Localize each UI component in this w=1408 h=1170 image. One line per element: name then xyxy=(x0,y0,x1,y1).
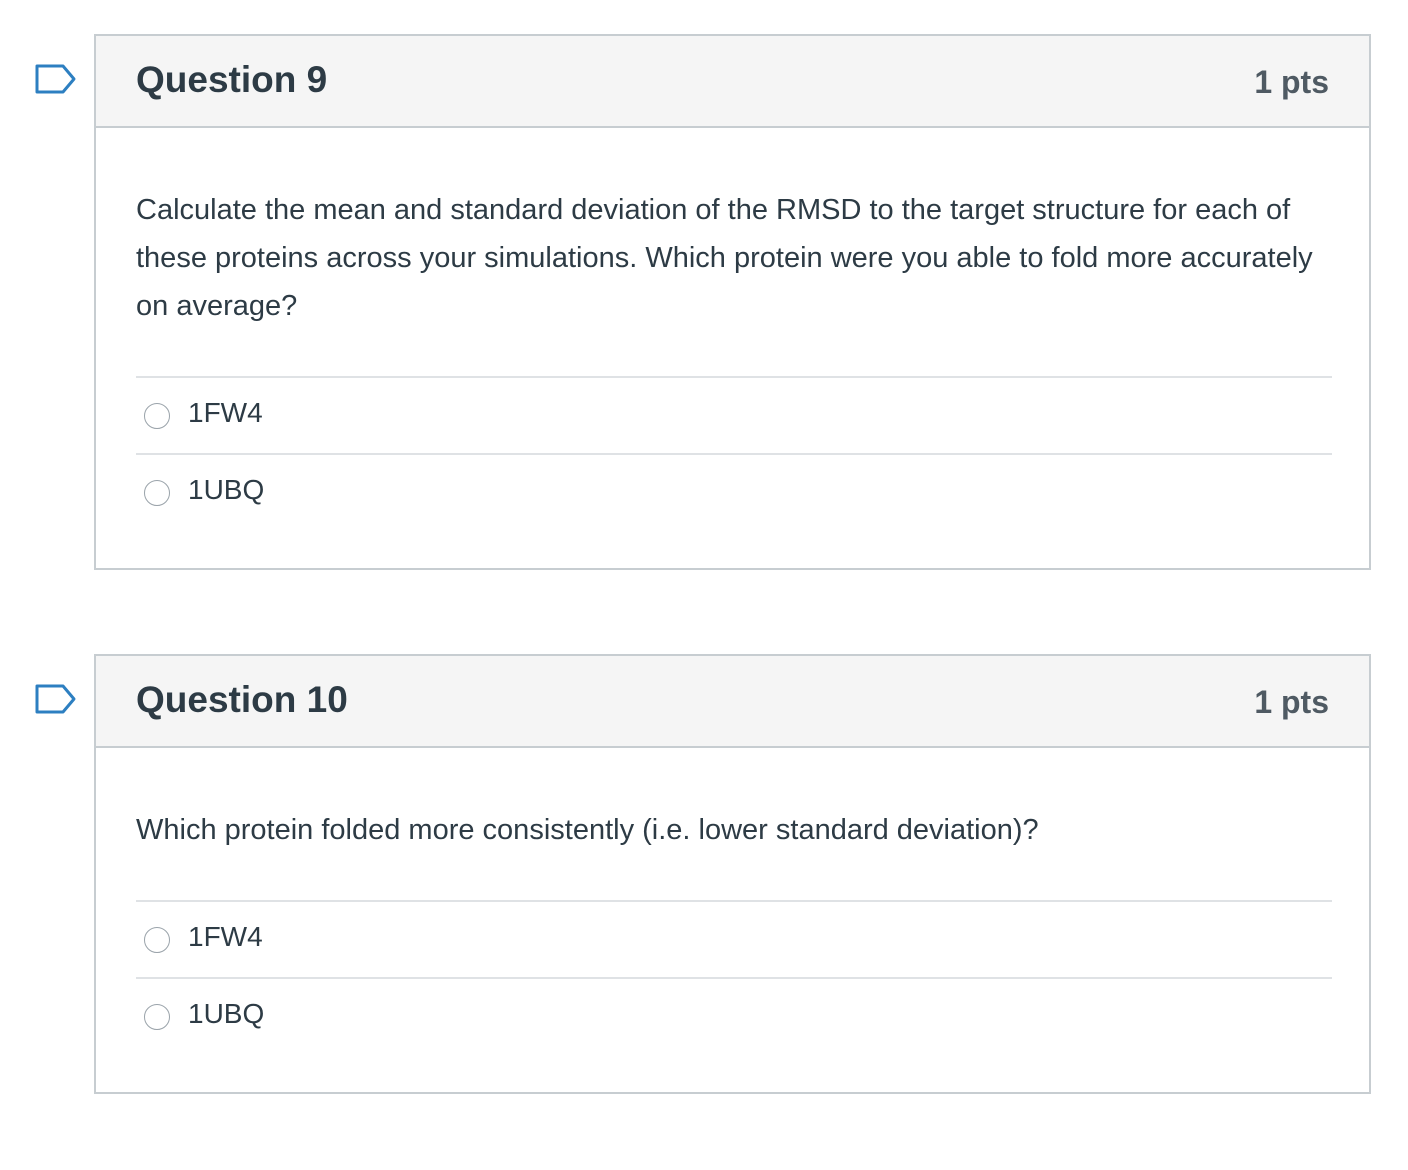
answer-option[interactable]: 1FW4 xyxy=(136,376,1332,453)
question-card: Question 10 1 pts Which protein folded m… xyxy=(94,654,1371,1094)
radio-unchecked-icon[interactable] xyxy=(144,480,170,506)
answer-option[interactable]: 1UBQ xyxy=(136,453,1332,530)
question-points: 1 pts xyxy=(1254,64,1329,100)
answer-option[interactable]: 1FW4 xyxy=(136,900,1332,977)
flag-question-icon[interactable] xyxy=(35,682,77,716)
question-card: Question 9 1 pts Calculate the mean and … xyxy=(94,34,1371,570)
answer-list: 1FW4 1UBQ xyxy=(136,900,1332,1054)
question-text: Which protein folded more consistently (… xyxy=(136,814,1039,846)
answer-label: 1FW4 xyxy=(188,921,263,952)
answer-label: 1UBQ xyxy=(188,998,265,1029)
question-header: Question 9 1 pts xyxy=(96,36,1369,128)
question-title: Question 9 xyxy=(136,59,328,100)
radio-unchecked-icon[interactable] xyxy=(144,403,170,429)
question-title: Question 10 xyxy=(136,679,348,720)
answer-label: 1UBQ xyxy=(188,474,265,505)
question-points: 1 pts xyxy=(1254,684,1329,720)
question-text: Calculate the mean and standard deviatio… xyxy=(136,194,1313,322)
answer-list: 1FW4 1UBQ xyxy=(136,376,1332,530)
answer-option[interactable]: 1UBQ xyxy=(136,977,1332,1054)
flag-question-icon[interactable] xyxy=(35,62,77,96)
answer-label: 1FW4 xyxy=(188,397,263,428)
radio-unchecked-icon[interactable] xyxy=(144,1004,170,1030)
question-header: Question 10 1 pts xyxy=(96,656,1369,748)
quiz-page: Question 9 1 pts Calculate the mean and … xyxy=(0,0,1408,1170)
radio-unchecked-icon[interactable] xyxy=(144,927,170,953)
